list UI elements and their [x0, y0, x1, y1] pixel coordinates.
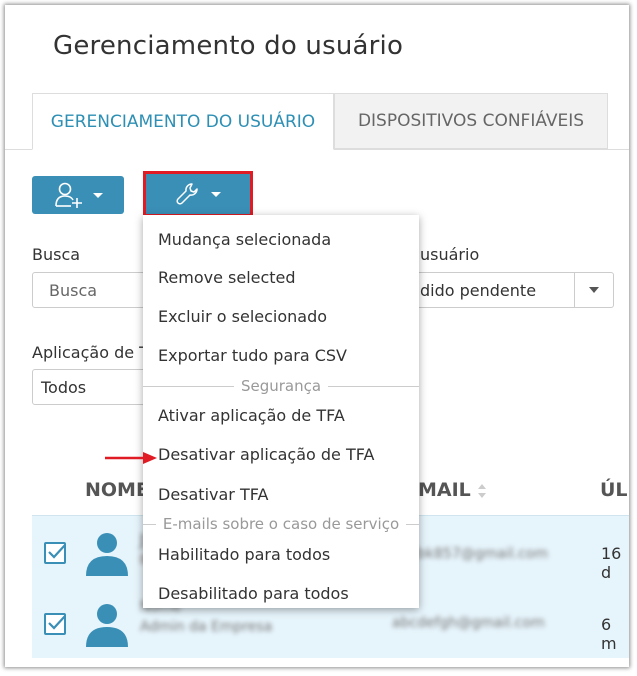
app-window: Gerenciamento do usuário GERENCIAMENTO D…	[5, 5, 629, 667]
tools-dropdown-menu: Mudança selecionada Remove selected Excl…	[143, 215, 419, 608]
menu-item-disable-tfa-enforcement[interactable]: Desativar aplicação de TFA	[158, 445, 374, 464]
tab-trusted-devices[interactable]: DISPOSITIVOS CONFIÁVEIS	[334, 93, 608, 149]
app-filter-value: Todos	[41, 377, 87, 397]
row-checkbox[interactable]	[44, 613, 66, 635]
menu-item-enable-all[interactable]: Habilitado para todos	[158, 545, 330, 564]
avatar-icon	[86, 604, 128, 647]
row-last-activity: 16 d	[601, 544, 622, 582]
status-filter-label: usuário	[420, 245, 480, 264]
app-filter-label: Aplicação de T	[32, 343, 149, 362]
chevron-down-icon	[93, 192, 103, 198]
status-filter-value: dido pendente	[420, 280, 537, 300]
row-user-subtitle: Admin da Empresa	[140, 619, 273, 635]
menu-section-service-emails-label: E-mails sobre o caso de serviço	[155, 515, 407, 533]
wrench-icon	[176, 183, 198, 205]
sort-icon	[478, 483, 487, 498]
menu-section-service-emails: E-mails sobre o caso de serviço	[143, 515, 419, 533]
row-user-email: abcdefgh@gmail.com	[392, 615, 545, 631]
chevron-down-icon	[574, 273, 613, 307]
row-checkbox[interactable]	[44, 542, 66, 564]
menu-item-change-selected[interactable]: Mudança selecionada	[158, 230, 331, 249]
menu-item-remove-selected[interactable]: Remove selected	[158, 268, 296, 287]
user-add-icon	[55, 182, 82, 208]
add-user-button[interactable]	[32, 176, 124, 214]
column-header-last[interactable]: ÚL	[600, 479, 628, 501]
row-last-activity: 6 m	[601, 615, 617, 653]
tools-menu-button[interactable]	[143, 171, 253, 217]
menu-section-security-label: Segurança	[233, 377, 329, 395]
avatar-icon	[86, 533, 128, 576]
menu-section-security: Segurança	[143, 377, 419, 395]
column-header-name[interactable]: NOME	[85, 479, 149, 501]
search-label: Busca	[32, 245, 81, 264]
row-user-email: a.bk857@gmail.com	[404, 546, 548, 562]
arrow-right-icon	[105, 452, 157, 464]
checkmark-icon	[48, 615, 66, 630]
menu-item-disable-tfa[interactable]: Desativar TFA	[158, 485, 268, 504]
column-header-email[interactable]: MAIL	[418, 479, 487, 501]
column-header-email-label: MAIL	[418, 479, 471, 501]
chevron-down-icon	[211, 191, 221, 197]
checkmark-icon	[48, 544, 66, 559]
page-title: Gerenciamento do usuário	[53, 31, 404, 61]
menu-item-export-csv[interactable]: Exportar tudo para CSV	[158, 346, 347, 365]
menu-item-enable-tfa-enforcement[interactable]: Ativar aplicação de TFA	[158, 406, 345, 425]
status-filter-select[interactable]: dido pendente	[385, 272, 614, 308]
search-placeholder: Busca	[49, 280, 98, 300]
menu-item-disable-all[interactable]: Desabilitado para todos	[158, 584, 349, 603]
menu-item-delete-selected[interactable]: Excluir o selecionado	[158, 307, 327, 326]
tab-user-management[interactable]: GERENCIAMENTO DO USUÁRIO	[32, 93, 334, 150]
